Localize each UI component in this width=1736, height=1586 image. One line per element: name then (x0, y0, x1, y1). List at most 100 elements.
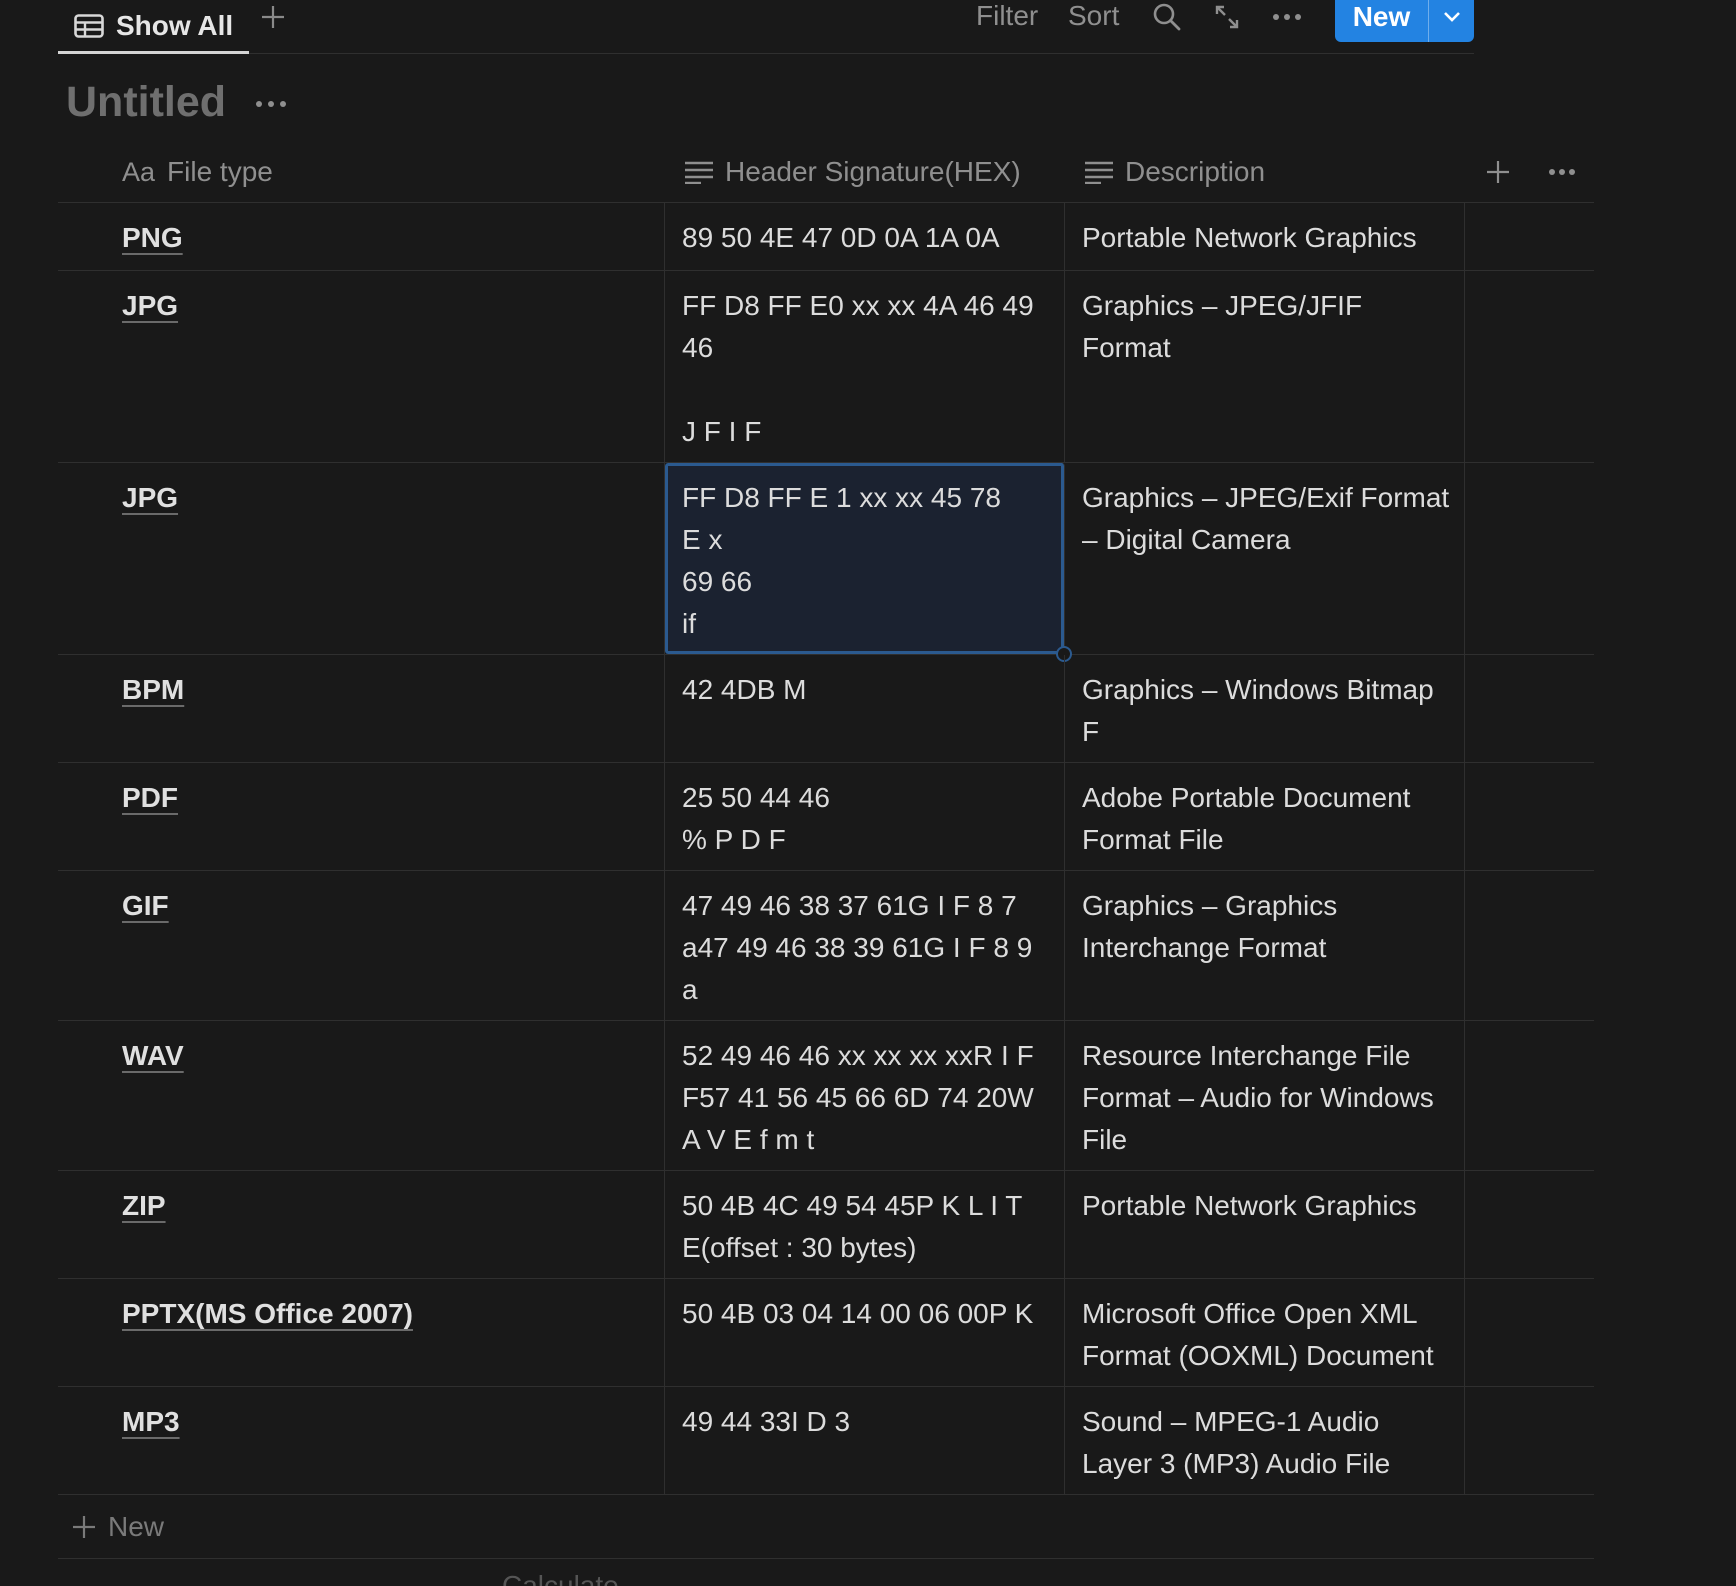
file-type-name[interactable]: ZIP (122, 1185, 166, 1227)
signature-cell[interactable]: 89 50 4E 47 0D 0A 1A 0A (665, 203, 1065, 270)
database-title[interactable]: Untitled (66, 78, 226, 127)
add-row-button[interactable]: New (58, 1495, 1594, 1559)
signature-text: 89 50 4E 47 0D 0A 1A 0A (682, 222, 1000, 253)
plus-icon (73, 1515, 95, 1538)
signature-text: FF D8 FF E0 xx xx 4A 46 49 46 J F I F (682, 290, 1034, 447)
database-table: Aa File type Header Signature(HEX) Descr… (58, 142, 1594, 1559)
chevron-down-icon (1443, 12, 1460, 22)
description-cell[interactable]: Portable Network Graphics (1065, 1171, 1465, 1278)
description-cell[interactable]: Adobe Portable Document Format File (1065, 763, 1465, 870)
file-type-cell[interactable]: ZIP (58, 1171, 665, 1278)
search-button[interactable] (1150, 0, 1184, 34)
sort-button[interactable]: Sort (1068, 0, 1119, 32)
table-row: JPG FF D8 FF E 1 xx xx 45 78 E x 69 66 i… (58, 463, 1594, 662)
file-type-name[interactable]: PDF (122, 777, 178, 819)
new-button[interactable]: New (1335, 0, 1428, 42)
file-type-name[interactable]: BPM (122, 669, 184, 711)
table-row: GIF 47 49 46 38 37 61G I F 8 7 a47 49 46… (58, 871, 1594, 1021)
add-view-button[interactable] (256, 0, 290, 34)
description-text: Graphics – JPEG/JFIF Format (1082, 290, 1370, 363)
filter-button[interactable]: Filter (976, 0, 1038, 32)
signature-text: 47 49 46 38 37 61G I F 8 7 a47 49 46 38 … (682, 890, 1041, 1005)
signature-text: 50 4B 4C 49 54 45P K L I T E(offset : 30… (682, 1190, 1030, 1263)
signature-text: FF D8 FF E 1 xx xx 45 78 E x 69 66 if (682, 482, 1001, 639)
signature-text: 50 4B 03 04 14 00 06 00P K (682, 1298, 1034, 1329)
table-icon (74, 13, 104, 38)
expand-arrows-icon (1215, 5, 1239, 29)
file-type-cell[interactable]: WAV (58, 1021, 665, 1170)
column-header-file-type[interactable]: Aa File type (122, 154, 273, 190)
signature-cell[interactable]: 47 49 46 38 37 61G I F 8 7 a47 49 46 38 … (665, 871, 1065, 1020)
description-cell[interactable]: Sound – MPEG-1 Audio Layer 3 (MP3) Audio… (1065, 1387, 1465, 1494)
description-cell[interactable]: Portable Network Graphics (1065, 203, 1465, 270)
file-type-name[interactable]: PNG (122, 217, 183, 259)
plus-icon (262, 6, 284, 28)
table-header-row: Aa File type Header Signature(HEX) Descr… (58, 142, 1594, 203)
file-type-cell[interactable]: JPG (58, 271, 665, 462)
file-type-name[interactable]: MP3 (122, 1401, 180, 1443)
description-cell[interactable]: Graphics – JPEG/Exif Format – Digital Ca… (1065, 463, 1465, 654)
signature-text: 42 4DB M (682, 674, 807, 705)
signature-cell[interactable]: 50 4B 03 04 14 00 06 00P K (665, 1279, 1065, 1386)
signature-cell[interactable]: 49 44 33I D 3 (665, 1387, 1065, 1494)
file-type-name[interactable]: WAV (122, 1035, 184, 1077)
file-type-cell[interactable]: MP3 (58, 1387, 665, 1494)
description-text: Adobe Portable Document Format File (1082, 782, 1419, 855)
signature-cell[interactable]: 50 4B 4C 49 54 45P K L I T E(offset : 30… (665, 1171, 1065, 1278)
file-type-cell[interactable]: PDF (58, 763, 665, 870)
file-type-cell[interactable]: PNG (58, 203, 665, 270)
signature-text: 49 44 33I D 3 (682, 1406, 851, 1437)
table-row: MP3 49 44 33I D 3 Sound – MPEG-1 Audio L… (58, 1387, 1594, 1495)
description-text: Resource Interchange File Format – Audio… (1082, 1040, 1442, 1155)
description-text: Microsoft Office Open XML Format (OOXML)… (1082, 1298, 1434, 1371)
table-row: PPTX(MS Office 2007) 50 4B 03 04 14 00 0… (58, 1279, 1594, 1387)
file-type-name[interactable]: JPG (122, 285, 178, 327)
file-type-name[interactable]: GIF (122, 885, 169, 927)
plus-icon (1487, 161, 1509, 183)
column-more-button[interactable] (1548, 154, 1576, 190)
text-lines-icon (1085, 161, 1113, 184)
database-page: Show All Filter Sort New Untitled Aa Fil… (0, 0, 1736, 1586)
column-header-description[interactable]: Description (1085, 154, 1265, 190)
title-more-icon[interactable] (254, 92, 288, 116)
file-type-cell[interactable]: JPG (58, 463, 665, 654)
description-cell[interactable]: Graphics – JPEG/JFIF Format (1065, 271, 1465, 462)
add-property-button[interactable] (1486, 154, 1510, 190)
table-row: PNG 89 50 4E 47 0D 0A 1A 0A Portable Net… (58, 203, 1594, 271)
file-type-name[interactable]: JPG (122, 477, 178, 519)
signature-cell-selected[interactable]: FF D8 FF E 1 xx xx 45 78 E x 69 66 if (665, 463, 1072, 662)
new-dropdown-button[interactable] (1428, 0, 1474, 42)
description-cell[interactable]: Microsoft Office Open XML Format (OOXML)… (1065, 1279, 1465, 1386)
table-row: ZIP 50 4B 4C 49 54 45P K L I T E(offset … (58, 1171, 1594, 1279)
more-dots-icon (1273, 14, 1301, 20)
signature-cell[interactable]: 42 4DB M (665, 655, 1065, 762)
file-type-name[interactable]: PPTX(MS Office 2007) (122, 1293, 413, 1335)
description-text: Portable Network Graphics (1082, 222, 1417, 253)
description-cell[interactable]: Graphics – Windows Bitmap F (1065, 655, 1465, 762)
view-tab-label: Show All (116, 9, 234, 41)
table-row: BPM 42 4DB M Graphics – Windows Bitmap F (58, 655, 1594, 763)
file-type-cell[interactable]: GIF (58, 871, 665, 1020)
signature-cell[interactable]: 25 50 44 46 % P D F (665, 763, 1065, 870)
view-tab-show-all[interactable]: Show All (58, 0, 250, 54)
description-text: Portable Network Graphics (1082, 1190, 1417, 1221)
description-cell[interactable]: Graphics – Graphics Interchange Format (1065, 871, 1465, 1020)
column-header-label: File type (167, 156, 273, 187)
column-header-signature[interactable]: Header Signature(HEX) (685, 154, 1021, 190)
calculate-button[interactable]: Calculate (502, 1570, 619, 1586)
signature-cell[interactable]: FF D8 FF E0 xx xx 4A 46 49 46 J F I F (665, 271, 1065, 462)
signature-text: 52 49 46 46 xx xx xx xxR I F F57 41 56 4… (682, 1040, 1042, 1155)
signature-cell[interactable]: 52 49 46 46 xx xx xx xxR I F F57 41 56 4… (665, 1021, 1065, 1170)
more-options-button[interactable] (1270, 0, 1304, 34)
file-type-cell[interactable]: PPTX(MS Office 2007) (58, 1279, 665, 1386)
add-row-label: New (108, 1510, 165, 1542)
table-row: PDF 25 50 44 46 % P D F Adobe Portable D… (58, 763, 1594, 871)
file-type-cell[interactable]: BPM (58, 655, 665, 762)
title-icon: Aa (122, 156, 156, 187)
description-text: Graphics – JPEG/Exif Format – Digital Ca… (1082, 482, 1457, 555)
description-cell[interactable]: Resource Interchange File Format – Audio… (1065, 1021, 1465, 1170)
description-text: Sound – MPEG-1 Audio Layer 3 (MP3) Audio… (1082, 1406, 1391, 1479)
search-icon (1153, 3, 1181, 31)
expand-button[interactable] (1210, 0, 1244, 34)
signature-text: 25 50 44 46 % P D F (682, 782, 830, 855)
